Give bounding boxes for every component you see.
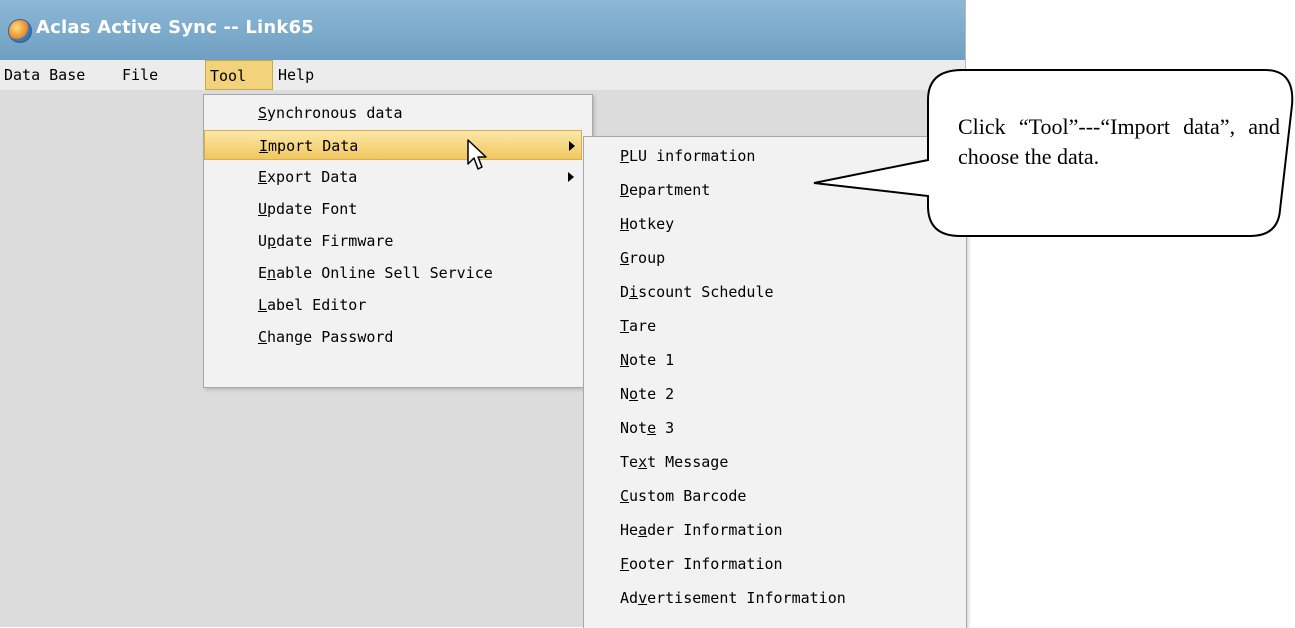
callout-text: Click “Tool”---“Import data”, and choose… [958,114,1280,169]
callout-bubble [813,69,1294,237]
